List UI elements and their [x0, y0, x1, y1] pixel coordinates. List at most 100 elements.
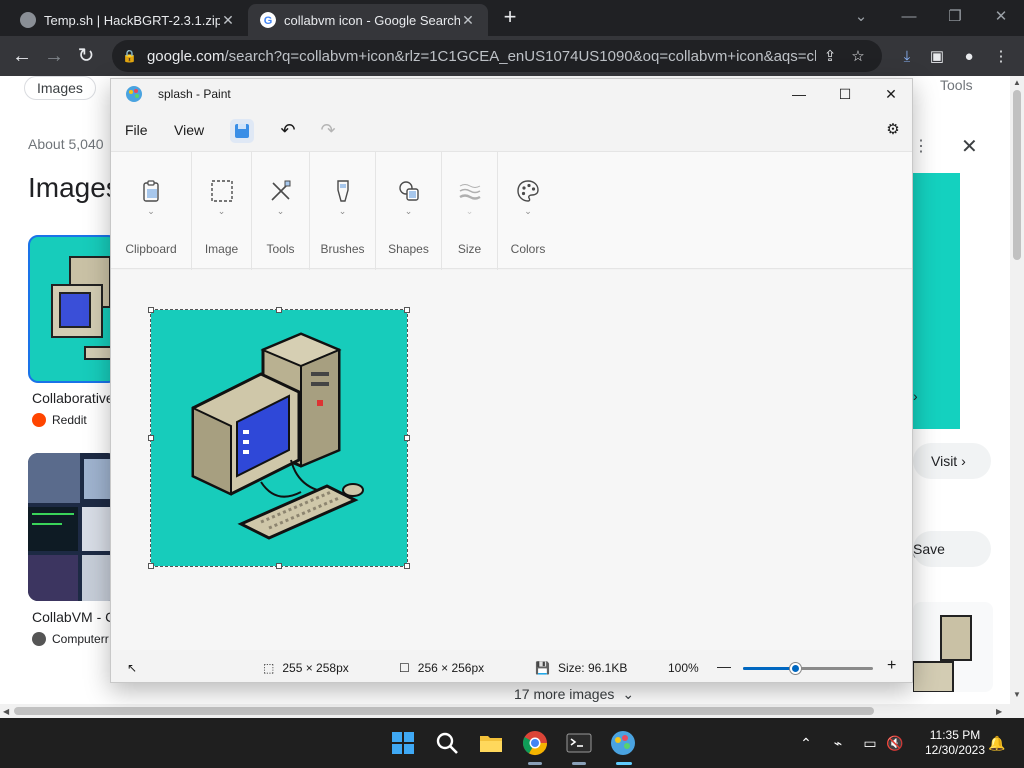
ribbon-group-tools[interactable]: ⌄ Tools	[252, 152, 310, 270]
ribbon-group-shapes[interactable]: ⌄ Shapes	[376, 152, 442, 270]
close-preview-icon[interactable]: ✕	[961, 134, 978, 159]
file-explorer-icon[interactable]	[477, 729, 505, 757]
scroll-up-icon[interactable]: ▲	[1013, 78, 1021, 87]
chrome-icon[interactable]	[521, 729, 549, 757]
chevron-down-icon: ⌄	[147, 206, 155, 216]
visit-button[interactable]: Visit ›	[913, 443, 991, 479]
vertical-scrollbar[interactable]: ▲ ▼	[1010, 76, 1024, 704]
chevron-right-icon[interactable]: ›	[913, 388, 918, 404]
chevron-up-icon[interactable]: ⌃	[795, 732, 817, 754]
scroll-down-icon[interactable]: ▼	[1013, 690, 1021, 699]
save-button[interactable]: Save	[913, 531, 991, 567]
search-icon[interactable]	[433, 729, 461, 757]
chevron-down-icon: ⌄	[217, 206, 226, 216]
tab-google-search[interactable]: G collabvm icon - Google Search ✕	[248, 4, 488, 36]
paint-titlebar[interactable]: splash - Paint — ☐ ✕	[111, 79, 912, 109]
reload-icon[interactable]: ↻	[74, 44, 98, 68]
maximize-icon[interactable]: ☐	[822, 79, 868, 109]
canvas-area[interactable]	[111, 270, 912, 650]
minimize-icon[interactable]: —	[776, 79, 822, 109]
kebab-menu-icon[interactable]: ⋮	[913, 136, 929, 156]
undo-icon[interactable]: ↶	[276, 118, 300, 142]
image-result-thumbnail[interactable]	[28, 235, 118, 383]
preview-image[interactable]	[913, 173, 960, 429]
menu-view[interactable]: View	[174, 122, 204, 138]
resize-handle[interactable]	[404, 307, 410, 313]
result-title[interactable]: Collaborative	[32, 390, 114, 406]
images-heading: Images	[28, 172, 120, 203]
bookmark-star-icon[interactable]: ☆	[844, 47, 872, 65]
active-indicator	[616, 762, 632, 765]
redo-icon[interactable]: ↷	[316, 118, 340, 142]
result-source: Computerr	[32, 632, 109, 646]
side-panel-icon[interactable]: ▣	[926, 46, 948, 68]
result-title[interactable]: CollabVM - C	[32, 609, 115, 625]
new-tab-button[interactable]: +	[498, 6, 522, 30]
drawing-canvas[interactable]	[150, 309, 408, 567]
more-images-button[interactable]: 17 more images ⌄	[514, 686, 634, 703]
google-icon: G	[260, 12, 276, 28]
save-icon[interactable]	[230, 119, 254, 143]
download-icon[interactable]: ⤓	[896, 46, 918, 68]
address-bar[interactable]: 🔒 google.com/search?q=collabvm+icon&rlz=…	[112, 40, 882, 72]
menu-file[interactable]: File	[125, 122, 148, 138]
display-icon[interactable]: ▭	[859, 732, 881, 754]
chip-images[interactable]: Images	[24, 76, 96, 100]
forward-icon[interactable]: →	[42, 44, 66, 68]
share-icon[interactable]: ⇪	[816, 47, 844, 65]
profile-icon[interactable]: ●	[958, 46, 980, 68]
image-result-thumbnail[interactable]	[28, 453, 118, 601]
minimize-icon[interactable]: —	[886, 4, 932, 30]
size-icon	[458, 184, 481, 200]
tab-search-icon[interactable]: ⌄	[838, 4, 884, 30]
browser-tab-strip: Temp.sh | HackBGRT-2.3.1.zip ✕ G collabv…	[0, 0, 1024, 36]
tools-link[interactable]: Tools	[940, 77, 973, 93]
resize-handle[interactable]	[276, 307, 282, 313]
notification-bell-icon[interactable]: 🔔	[986, 732, 1008, 754]
palette-icon	[517, 180, 539, 202]
start-icon[interactable]	[389, 729, 417, 757]
ribbon-group-label: Clipboard	[125, 242, 177, 256]
kebab-menu-icon[interactable]: ⋮	[990, 46, 1012, 68]
terminal-icon[interactable]	[565, 729, 593, 757]
horizontal-scrollbar[interactable]: ◀ ▶	[0, 704, 1024, 718]
resize-handle[interactable]	[148, 435, 154, 441]
resize-handle[interactable]	[404, 563, 410, 569]
ribbon-group-colors[interactable]: ⌄ Colors	[498, 152, 558, 270]
related-image-thumbnail[interactable]	[912, 602, 993, 693]
paint-app-icon	[126, 86, 142, 102]
resize-handle[interactable]	[148, 307, 154, 313]
horizontal-scroll-thumb[interactable]	[14, 707, 874, 715]
zoom-slider[interactable]	[743, 663, 873, 674]
scroll-left-icon[interactable]: ◀	[3, 707, 9, 716]
ribbon-group-brushes[interactable]: ⌄ Brushes	[310, 152, 376, 270]
paint-window: splash - Paint — ☐ ✕ File View ↶ ↷ ⚙ ⌄ C…	[110, 78, 913, 683]
ribbon-group-clipboard[interactable]: ⌄ Clipboard	[111, 152, 192, 270]
close-icon[interactable]: ✕	[978, 4, 1024, 30]
volume-muted-icon[interactable]: 🔇	[884, 732, 906, 754]
tab-close-icon[interactable]: ✕	[220, 12, 236, 29]
resize-handle[interactable]	[148, 563, 154, 569]
ribbon-group-image[interactable]: ⌄ Image	[192, 152, 252, 270]
ribbon-group-size[interactable]: ⌄ Size	[442, 152, 498, 270]
tab-close-icon[interactable]: ✕	[460, 12, 476, 29]
zoom-slider-thumb[interactable]	[790, 663, 801, 674]
shapes-icon	[398, 181, 419, 201]
resize-handle[interactable]	[276, 563, 282, 569]
zoom-in-icon[interactable]: +	[887, 657, 896, 675]
network-icon[interactable]: ⌁	[827, 732, 849, 754]
close-icon[interactable]: ✕	[868, 79, 914, 109]
account-settings-icon[interactable]: ⚙	[881, 118, 905, 142]
vertical-scroll-thumb[interactable]	[1013, 90, 1021, 260]
resize-handle[interactable]	[404, 435, 410, 441]
tab-temp-sh[interactable]: Temp.sh | HackBGRT-2.3.1.zip ✕	[8, 4, 248, 36]
paint-icon[interactable]	[609, 729, 637, 757]
scroll-right-icon[interactable]: ▶	[996, 707, 1002, 716]
back-icon[interactable]: ←	[10, 44, 34, 68]
restore-icon[interactable]: ❐	[932, 4, 978, 30]
paint-title: splash - Paint	[158, 87, 231, 101]
screenshot-collage-icon	[28, 453, 118, 601]
zoom-out-icon[interactable]: —	[717, 658, 731, 674]
system-clock[interactable]: 11:35 PM 12/30/2023	[914, 728, 996, 758]
result-source: Reddit	[32, 413, 87, 427]
